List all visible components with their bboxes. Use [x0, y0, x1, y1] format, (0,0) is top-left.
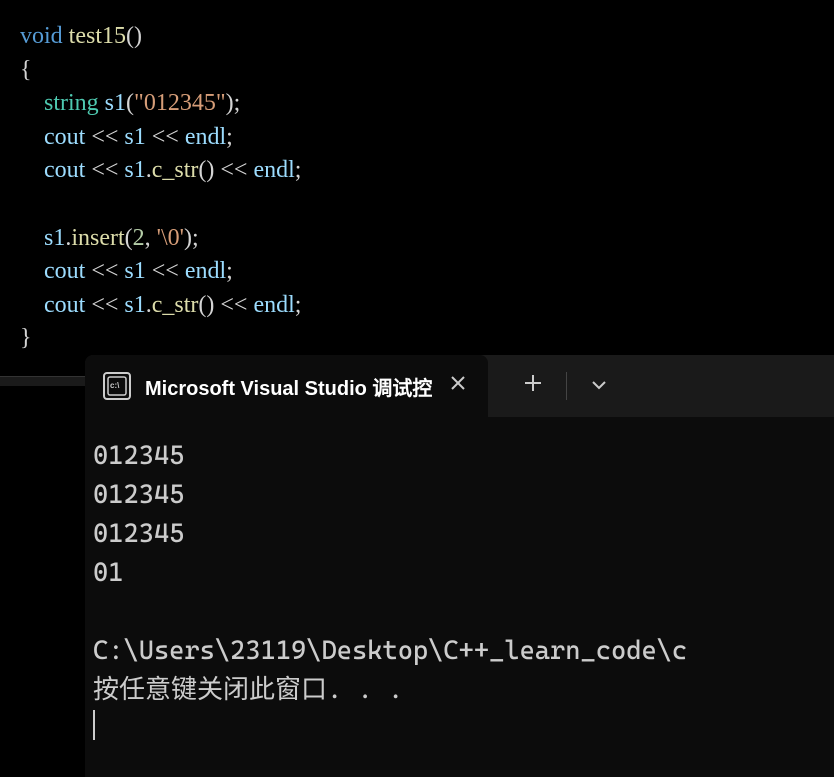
close-icon[interactable]: [446, 371, 470, 402]
output-prompt-line: 按任意键关闭此窗口. . .: [93, 671, 826, 710]
tab-divider: [566, 372, 567, 400]
code-line-4: cout << s1 << endl;: [20, 121, 834, 155]
method-call: c_str: [152, 292, 199, 318]
code-line-1: void test15(): [20, 20, 834, 54]
terminal-icon: c:\: [103, 372, 131, 400]
terminal-tab-active[interactable]: c:\ Microsoft Visual Studio 调试控: [85, 355, 488, 417]
code-line-blank: [20, 188, 834, 222]
terminal-tab-bar: c:\ Microsoft Visual Studio 调试控: [85, 355, 834, 417]
terminal-output[interactable]: 012345 012345 012345 01 C:\Users\23119\D…: [85, 417, 834, 740]
terminal-tab-controls: [508, 365, 623, 408]
code-line-5: cout << s1.c_str() << endl;: [20, 154, 834, 188]
output-line: 01: [93, 554, 826, 593]
terminal-window: c:\ Microsoft Visual Studio 调试控: [85, 355, 834, 777]
terminal-cursor: [93, 710, 826, 740]
code-line-8: cout << s1 << endl;: [20, 255, 834, 289]
x-icon: [450, 375, 466, 391]
method-call: c_str: [152, 157, 199, 183]
output-line-blank: [93, 593, 826, 632]
code-editor[interactable]: void test15() { string s1("012345"); cou…: [0, 0, 834, 356]
method-call: insert: [71, 225, 124, 251]
output-line: 012345: [93, 515, 826, 554]
open-brace: {: [20, 57, 32, 83]
keyword-void: void: [20, 23, 63, 49]
cmd-icon: c:\: [107, 376, 127, 396]
close-brace: }: [20, 325, 32, 351]
string-literal: "012345": [134, 90, 226, 116]
code-line-2: {: [20, 54, 834, 88]
code-line-10: }: [20, 322, 834, 356]
tab-dropdown-button[interactable]: [575, 369, 623, 403]
code-line-3: string s1("012345");: [20, 87, 834, 121]
new-tab-button[interactable]: [508, 365, 558, 408]
output-line: 012345: [93, 437, 826, 476]
code-line-9: cout << s1.c_str() << endl;: [20, 289, 834, 323]
output-path-line: C:\Users\23119\Desktop\C++_learn_code\c: [93, 632, 826, 671]
function-name: test15: [69, 23, 126, 49]
number-literal: 2: [133, 225, 145, 251]
svg-text:c:\: c:\: [110, 381, 120, 390]
type-keyword: string: [44, 90, 99, 116]
variable: s1: [105, 90, 126, 116]
terminal-tab-title: Microsoft Visual Studio 调试控: [145, 372, 432, 401]
parentheses: (): [126, 23, 142, 49]
char-literal: '\0': [157, 225, 184, 251]
code-line-7: s1.insert(2, '\0');: [20, 222, 834, 256]
output-line: 012345: [93, 476, 826, 515]
chevron-down-icon: [591, 380, 607, 390]
plus-icon: [524, 374, 542, 392]
